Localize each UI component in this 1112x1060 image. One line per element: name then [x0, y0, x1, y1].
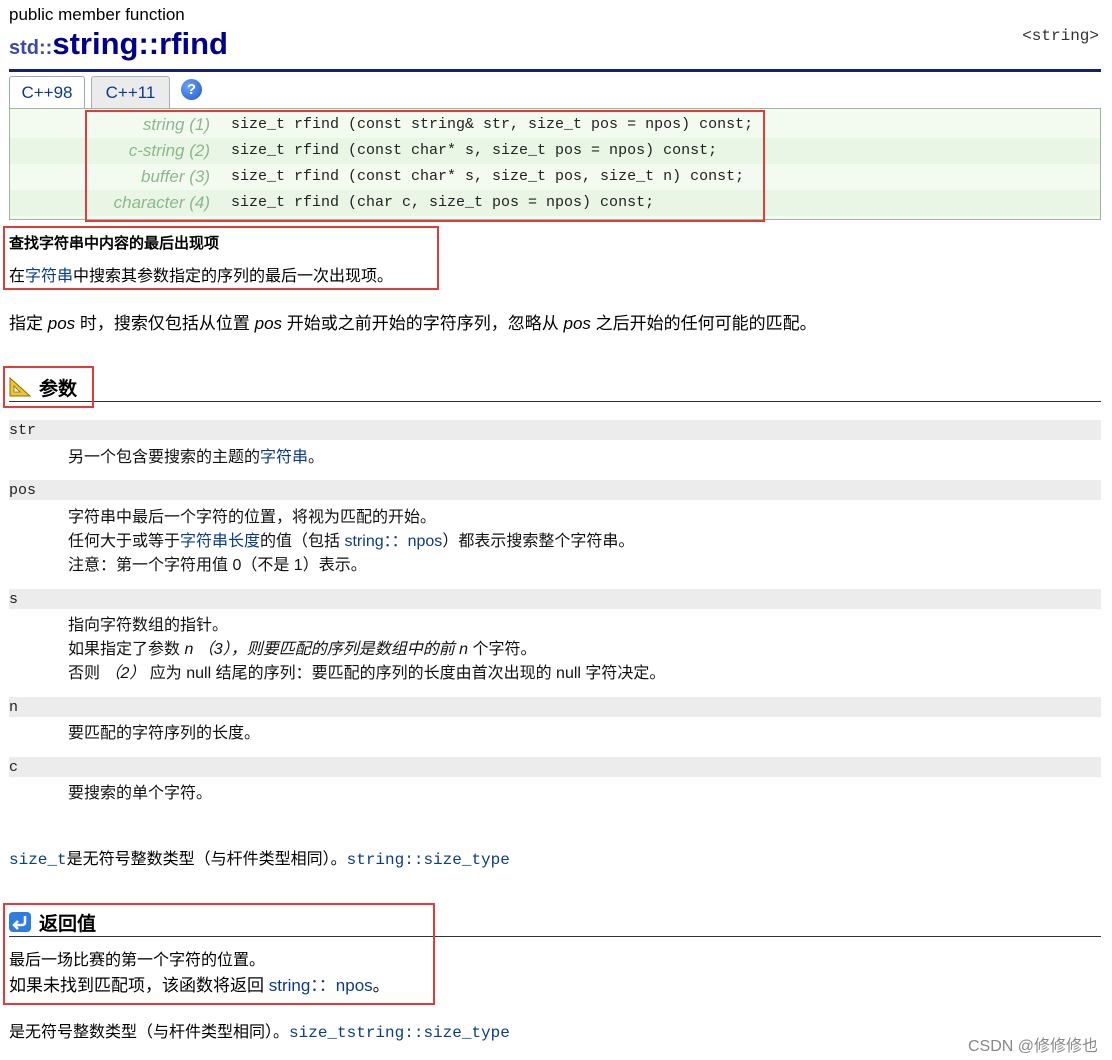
section-rule: [9, 936, 1101, 937]
prototype-row: buffer (3) size_t rfind (const char* s, …: [10, 164, 1100, 190]
page-title: std::string::rfind: [9, 26, 228, 62]
note-text: 是无符号整数类型（与杆件类型相同）。: [66, 851, 347, 868]
param-text: 应为 null 结尾的序列：要匹配的序列的长度由首次出现的 null 字符决定。: [145, 665, 666, 682]
param-name-str: str: [9, 422, 37, 439]
param-desc: 注意：第一个字符用值 0（不是 1）表示。: [68, 557, 367, 574]
title-namespace: std::: [9, 37, 53, 59]
param-ref: pos: [47, 314, 76, 333]
return-desc: 最后一场比赛的第一个字符的位置。: [9, 952, 266, 969]
note-text: 之后开始的任何可能的匹配。: [590, 314, 817, 333]
tab-cpp98[interactable]: C++98: [9, 76, 85, 109]
prototype-code: size_t rfind (const char* s, size_t pos,…: [231, 168, 745, 185]
return-value-heading: 返回值: [9, 909, 96, 938]
summary-title: 查找字符串中内容的最后出现项: [9, 235, 220, 252]
param-text: ）都表示搜索整个字符串。: [442, 533, 635, 550]
param-ref: pos: [254, 314, 283, 333]
note-text: 指定: [9, 314, 48, 333]
prototype-label: string (1): [142, 115, 210, 134]
return-type-note: 是无符号整数类型（与杆件类型相同）。size_tstring::size_typ…: [9, 1018, 510, 1042]
param-name-n: n: [9, 699, 19, 716]
note-text: 时，搜索仅包括从位置: [75, 314, 255, 333]
member-kind-label: public member function: [9, 5, 185, 24]
param-desc: 要搜索的单个字符。: [68, 785, 213, 802]
parameters-heading: 参数: [9, 374, 77, 403]
header-tag[interactable]: <string>: [1022, 27, 1099, 45]
param-ref: （2）: [104, 665, 146, 682]
header-rule: [9, 69, 1101, 72]
param-text: 。: [308, 449, 325, 466]
prototype-row: string (1) size_t rfind (const string& s…: [10, 112, 1100, 138]
param-desc: 任何大于或等于字符串长度的值（包括 string：：npos）都表示搜索整个字符…: [68, 527, 634, 551]
summary-note: 指定 pos 时，搜索仅包括从位置 pos 开始或之前开始的字符序列，忽略从 p…: [9, 309, 817, 334]
param-text: （3），则要匹配的序列是数组中的前: [193, 641, 460, 658]
param-text: 的值（包括: [260, 533, 345, 550]
prototype-label: character (4): [113, 193, 210, 212]
param-name-s: s: [9, 591, 19, 608]
param-ref: n: [459, 641, 469, 658]
parameters-title: 参数: [39, 379, 78, 400]
param-desc: 如果指定了参数 n （3），则要匹配的序列是数组中的前 n 个字符。: [68, 635, 537, 659]
param-desc: 指向字符数组的指针。: [68, 617, 229, 634]
size-t-note: size_t是无符号整数类型（与杆件类型相同）。string::size_typ…: [9, 845, 510, 869]
size-type-link[interactable]: string::size_type: [347, 851, 510, 869]
help-icon[interactable]: ?: [181, 79, 202, 100]
string-link[interactable]: 字符串: [25, 268, 73, 285]
note-text: 是无符号整数类型（与杆件类型相同）。: [9, 1024, 290, 1041]
param-text: 否则: [68, 665, 105, 682]
return-text: 。: [372, 976, 390, 995]
summary-text: 在: [9, 268, 26, 285]
prototype-label: buffer (3): [141, 167, 210, 186]
param-desc: 字符串中最后一个字符的位置，将视为匹配的开始。: [68, 509, 437, 526]
return-desc: 如果未找到匹配项，该函数将返回 string：：npos。: [9, 971, 390, 996]
summary-description: 在字符串中搜索其参数指定的序列的最后一次出现项。: [9, 262, 393, 286]
summary-text: 中搜索其参数指定的序列的最后一次出现项。: [73, 268, 394, 285]
set-square-icon: [9, 376, 32, 403]
param-bar: [9, 757, 1101, 777]
param-name-c: c: [9, 759, 19, 776]
param-bar: [9, 697, 1101, 717]
prototype-row: c-string (2) size_t rfind (const char* s…: [10, 138, 1100, 164]
prototype-code: size_t rfind (const char* s, size_t pos …: [231, 142, 718, 159]
param-desc: 另一个包含要搜索的主题的字符串。: [68, 443, 324, 467]
return-value-title: 返回值: [39, 914, 97, 935]
string-link[interactable]: 字符串: [260, 449, 308, 466]
param-desc: 要匹配的字符序列的长度。: [68, 725, 261, 742]
prototype-code: size_t rfind (const string& str, size_t …: [231, 116, 754, 133]
return-text: 如果未找到匹配项，该函数将返回: [9, 976, 269, 995]
param-bar: [9, 589, 1101, 609]
prototype-label: c-string (2): [128, 141, 210, 160]
npos-link[interactable]: string：：npos: [269, 976, 373, 995]
param-bar: [9, 480, 1101, 500]
prototype-code: size_t rfind (char c, size_t pos = npos)…: [231, 194, 655, 211]
size-t-link[interactable]: size_t: [9, 851, 67, 869]
param-ref: pos: [563, 314, 591, 333]
param-text: 另一个包含要搜索的主题的: [68, 449, 261, 466]
npos-link[interactable]: string：：npos: [344, 533, 442, 550]
param-text: 如果指定了参数: [68, 641, 185, 658]
prototype-panel: string (1) size_t rfind (const string& s…: [9, 108, 1101, 220]
string-length-link[interactable]: 字符串长度: [180, 533, 260, 550]
param-desc: 否则 （2） 应为 null 结尾的序列：要匹配的序列的长度由首次出现的 nul…: [68, 659, 665, 683]
param-name-pos: pos: [9, 482, 37, 499]
param-text: 个字符。: [468, 641, 537, 658]
return-arrow-icon: [9, 911, 31, 938]
watermark: CSDN @修修修也: [967, 1038, 1098, 1055]
tab-cpp11[interactable]: C++11: [91, 76, 170, 109]
param-text: 任何大于或等于: [68, 533, 181, 550]
size-type-link[interactable]: size_tstring::size_type: [289, 1024, 510, 1042]
section-rule: [9, 401, 1101, 402]
note-text: 开始或之前开始的字符序列，忽略从: [282, 314, 564, 333]
prototype-row: character (4) size_t rfind (char c, size…: [10, 190, 1100, 216]
param-bar: [9, 420, 1101, 440]
title-name: string::rfind: [52, 26, 228, 61]
